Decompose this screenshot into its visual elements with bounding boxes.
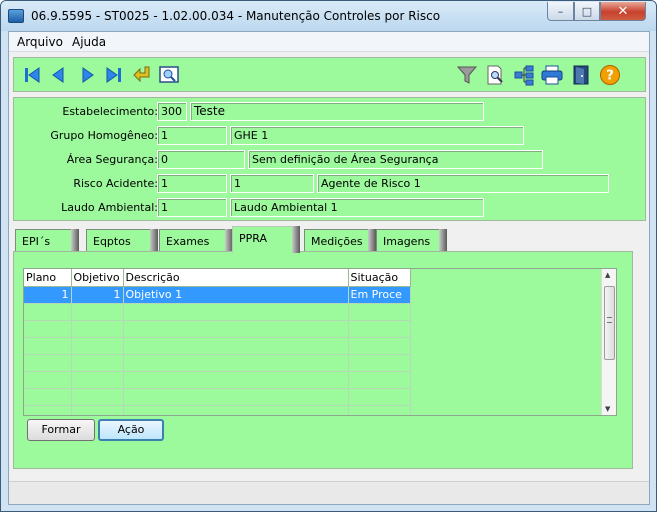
cell-descricao[interactable]: Objetivo 1 [123,286,349,304]
table-row[interactable] [24,354,411,372]
risco-acidente-code1-field[interactable]: 1 [157,174,227,193]
preview-icon[interactable] [157,63,181,87]
acao-button[interactable]: Ação [98,419,164,441]
print-icon[interactable] [540,63,564,87]
laudo-ambiental-label: Laudo Ambiental: [61,201,158,214]
window-title: 06.9.5595 - ST0025 - 1.02.00.034 - Manut… [31,9,441,23]
table-row[interactable]: 1 1 Objetivo 1 Em Proce [24,286,411,304]
scroll-up-icon[interactable]: ▲ [605,271,610,279]
cell-objetivo[interactable]: 1 [71,286,124,304]
previous-record-icon[interactable] [46,63,70,87]
estabelecimento-name-field: Teste [190,102,484,121]
scroll-thumb[interactable] [604,286,615,360]
title-bar[interactable]: 06.9.5595 - ST0025 - 1.02.00.034 - Manut… [1,1,656,31]
grupo-homogeneo-label: Grupo Homogêneo: [50,129,158,142]
risco-acidente-label: Risco Acidente: [73,177,158,190]
table-row[interactable] [24,405,411,415]
risco-acidente-code2-field[interactable]: 1 [230,174,314,193]
menu-ajuda[interactable]: Ajuda [72,35,106,49]
tab-exames[interactable]: Exames [159,229,233,252]
filter-icon[interactable] [455,63,479,87]
laudo-ambiental-name-field: Laudo Ambiental 1 [230,198,484,217]
grupo-homogeneo-code-field[interactable]: 1 [157,126,227,145]
table-row[interactable] [24,320,411,338]
formar-button[interactable]: Formar [27,419,95,441]
estabelecimento-code-field[interactable]: 300 [157,102,187,121]
table-row[interactable] [24,337,411,355]
tab-eqptos[interactable]: Eqptos [86,229,158,252]
area-seguranca-label: Área Segurança: [66,153,158,166]
cell-situacao[interactable]: Em Proce [348,286,411,304]
tab-imagens[interactable]: Imagens [376,229,447,252]
next-record-icon[interactable] [76,63,100,87]
help-icon[interactable]: ? [598,63,622,87]
app-icon [8,9,24,23]
status-bar [9,481,649,504]
last-record-icon[interactable] [102,63,126,87]
maximize-button[interactable]: □ [574,2,600,21]
ppra-grid[interactable]: Plano Objetivo Descrição Situação 1 1 Ob… [23,268,617,416]
menu-arquivo[interactable]: Arquivo [17,35,63,49]
svg-text:?: ? [606,69,614,84]
hierarchy-icon[interactable] [512,63,536,87]
exit-door-icon[interactable] [569,63,593,87]
search-document-icon[interactable] [483,63,507,87]
column-header-plano[interactable]: Plano [24,269,72,287]
laudo-ambiental-code-field[interactable]: 1 [157,198,227,217]
risco-acidente-name-field: Agente de Risco 1 [317,174,609,193]
tab-epis[interactable]: EPI´s [15,229,79,252]
estabelecimento-label: Estabelecimento: [62,105,158,118]
client-area: Arquivo Ajuda ? Estabelecimento: 300 Tes… [8,31,650,505]
area-seguranca-name-field: Sem definição de Área Segurança [248,150,543,169]
toolbar: ? [13,57,646,92]
table-row[interactable] [24,371,411,389]
grid-vertical-scrollbar[interactable]: ▲ ▼ [601,269,616,415]
grupo-homogeneo-name-field: GHE 1 [230,126,524,145]
menu-bar: Arquivo Ajuda [9,32,649,52]
column-header-situacao[interactable]: Situação [348,269,411,287]
table-row[interactable] [24,388,411,406]
column-header-descricao[interactable]: Descrição [123,269,349,287]
cell-plano[interactable]: 1 [24,286,72,304]
table-row[interactable] [24,303,411,321]
area-seguranca-code-field[interactable]: 0 [157,150,245,169]
first-record-icon[interactable] [20,63,44,87]
tab-ppra[interactable]: PPRA [232,226,300,253]
minimize-button[interactable]: – [547,2,574,21]
column-header-objetivo[interactable]: Objetivo [71,269,124,287]
scroll-down-icon[interactable]: ▼ [605,405,610,413]
app-window: 06.9.5595 - ST0025 - 1.02.00.034 - Manut… [0,0,657,512]
header-form: Estabelecimento: 300 Teste Grupo Homogên… [13,97,646,221]
return-icon[interactable] [130,63,154,87]
tab-medicoes[interactable]: Medições [304,229,376,252]
close-button[interactable]: ✕ [600,2,646,21]
